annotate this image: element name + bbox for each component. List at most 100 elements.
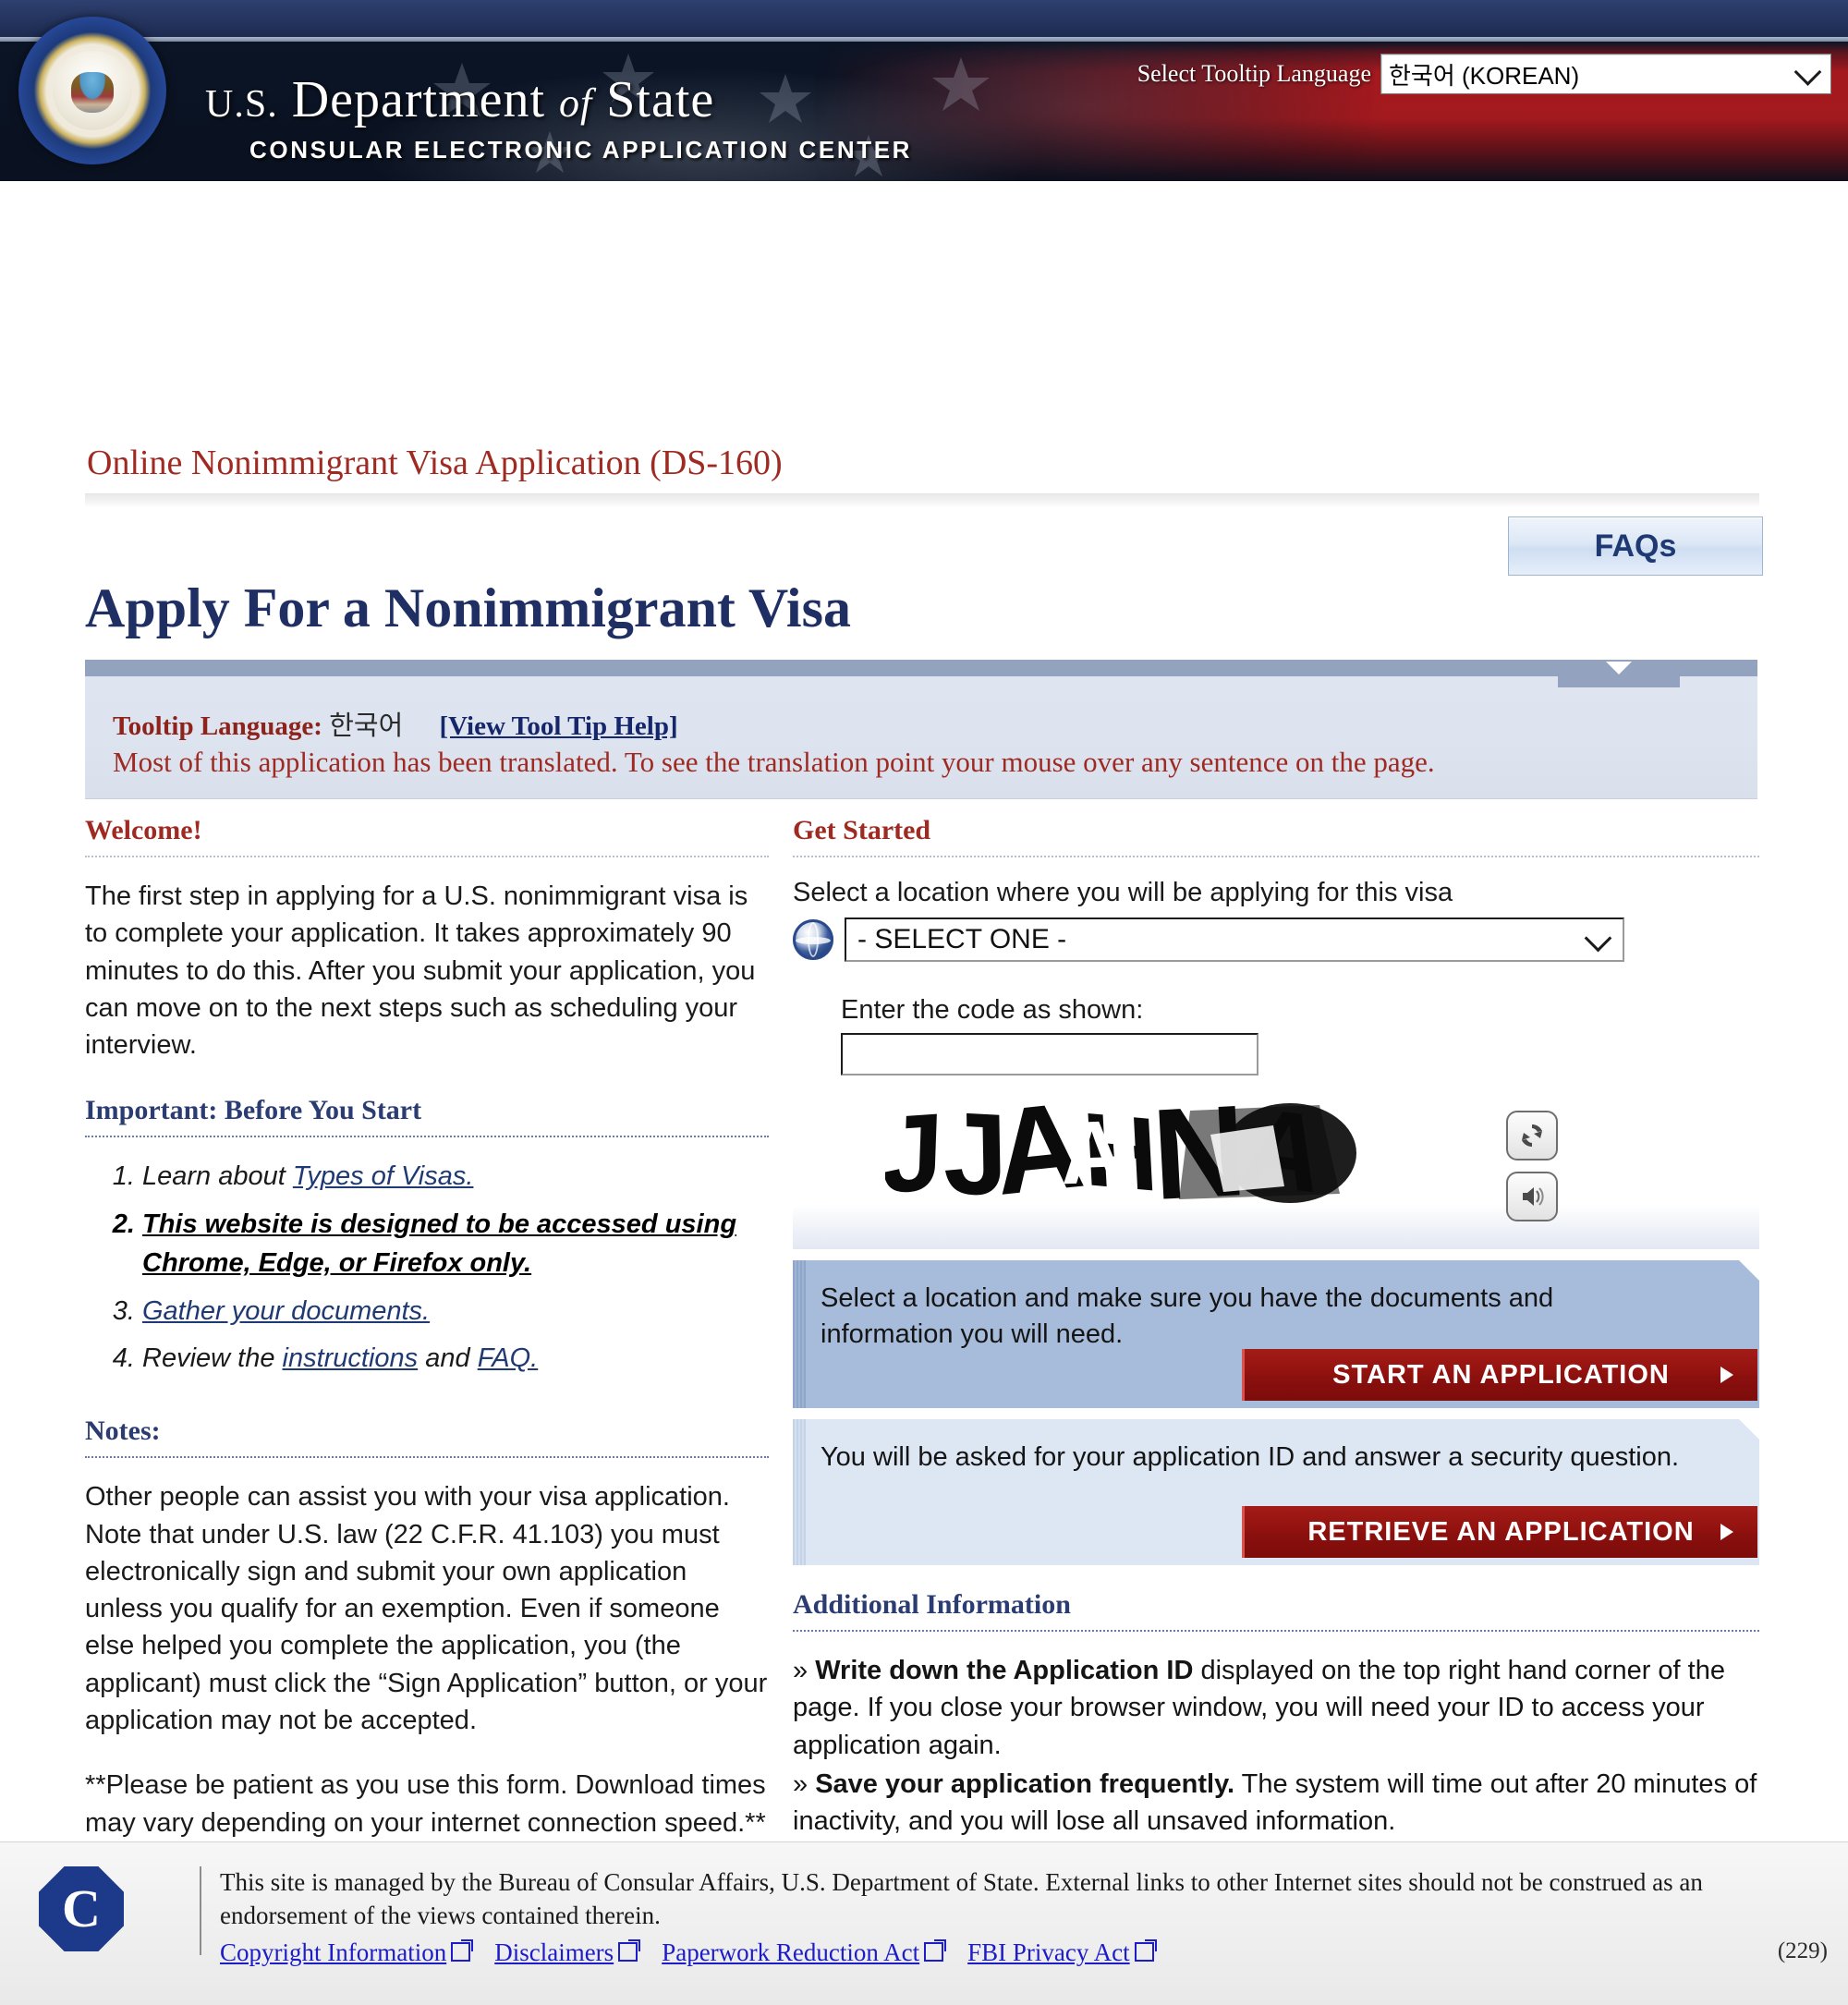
list-item: Review the instructions and FAQ.	[142, 1340, 769, 1379]
ds160-welcome-page: U.S. Department of State CONSULAR ELECTR…	[0, 0, 1848, 2005]
copyright-information-label: Copyright Information	[220, 1938, 447, 1966]
page-title: Apply For a Nonimmigrant Visa	[85, 577, 851, 639]
retrieve-an-application-button[interactable]: RETRIEVE AN APPLICATION	[1242, 1506, 1757, 1558]
panel-left-edge	[793, 1260, 806, 1408]
tooltip-language-selector-group: Select Tooltip Language 한국어 (KOREAN)	[1137, 54, 1831, 94]
types-of-visas-link[interactable]: Types of Visas.	[293, 1161, 474, 1191]
chevron-down-icon	[1793, 58, 1822, 89]
captcha-code-input[interactable]	[841, 1033, 1258, 1075]
application-title: Online Nonimmigrant Visa Application (DS…	[87, 444, 783, 482]
external-link-icon	[1134, 1939, 1157, 1962]
captcha-image: J J A H N A A	[885, 1098, 1356, 1209]
consular-affairs-seal: C	[39, 1866, 124, 1951]
captcha-code-group: Enter the code as shown:	[841, 995, 1759, 1075]
welcome-heading: Welcome!	[85, 815, 202, 845]
start-button-label: START AN APPLICATION	[1332, 1359, 1670, 1390]
start-an-application-button[interactable]: START AN APPLICATION	[1242, 1349, 1757, 1401]
bullet-marker: »	[793, 1768, 808, 1799]
retrieve-application-panel: You will be asked for your application I…	[793, 1419, 1759, 1565]
notes-heading: Notes:	[85, 1416, 161, 1447]
faq-link[interactable]: FAQ.	[478, 1343, 539, 1373]
tooltip-banner-collapse-tab[interactable]	[1558, 660, 1680, 687]
header-top-strip	[0, 0, 1848, 37]
important-divider	[85, 1136, 769, 1138]
start-panel-text: Select a location and make sure you have…	[821, 1283, 1554, 1350]
retrieve-panel-text: You will be asked for your application I…	[821, 1442, 1680, 1472]
notes-paragraph-1: Other people can assist you with your vi…	[85, 1482, 768, 1736]
step-1-prefix: Learn about	[142, 1161, 293, 1192]
tooltip-language-row: Tooltip Language: 한국어 [View Tool Tip Hel…	[113, 704, 678, 743]
page-counter: (229)	[1777, 1938, 1828, 1963]
agency-subtitle: CONSULAR ELECTRONIC APPLICATION CENTER	[249, 136, 913, 164]
tooltip-language-current: 한국어	[329, 711, 404, 741]
tooltip-language-banner: Tooltip Language: 한국어 [View Tool Tip Hel…	[85, 660, 1757, 799]
paperwork-reduction-act-label: Paperwork Reduction Act	[662, 1938, 920, 1966]
copyright-information-link[interactable]: Copyright Information	[220, 1938, 474, 1967]
get-started-divider	[793, 856, 1759, 857]
list-item: » Write down the Application ID displaye…	[793, 1652, 1759, 1764]
get-started-heading: Get Started	[793, 815, 931, 845]
step-4-mid: and	[418, 1343, 478, 1374]
location-select[interactable]: - SELECT ONE -	[845, 917, 1624, 962]
start-application-panel: Select a location and make sure you have…	[793, 1260, 1759, 1408]
agency-title-state: State	[606, 71, 715, 128]
welcome-paragraph: The first step in applying for a U.S. no…	[85, 881, 756, 1061]
instructions-link[interactable]: instructions	[283, 1343, 419, 1373]
list-item: » Save your application frequently. The …	[793, 1766, 1759, 1841]
external-link-icon	[618, 1939, 641, 1962]
bullet-marker: »	[793, 1656, 808, 1685]
agency-title: U.S. Department of State	[205, 70, 714, 129]
site-header-banner: U.S. Department of State CONSULAR ELECTR…	[0, 0, 1848, 181]
important-heading: Important: Before You Start	[85, 1095, 422, 1126]
get-started-column: Get Started Select a location where you …	[793, 815, 1759, 1920]
captcha-area: J J A H N A A	[793, 1090, 1759, 1249]
panel-left-edge	[793, 1419, 806, 1565]
disclaimers-label: Disclaimers	[494, 1938, 614, 1966]
site-footer: C This site is managed by the Bureau of …	[0, 1841, 1848, 2005]
footer-divider	[200, 1866, 201, 1955]
before-you-start-list: Learn about Types of Visas. This website…	[85, 1158, 769, 1379]
header-divider-rule	[0, 37, 1848, 42]
department-of-state-seal	[18, 17, 166, 164]
addl-item-2-bold: Save your application frequently.	[815, 1768, 1235, 1799]
speaker-icon[interactable]	[1506, 1172, 1558, 1221]
tooltip-language-label-text: Tooltip Language:	[113, 711, 322, 741]
additional-information-heading: Additional Information	[793, 1589, 1071, 1620]
seal-inner-disc	[53, 51, 132, 130]
title-divider	[85, 493, 1759, 507]
footer-disclaimer-text: This site is managed by the Bureau of Co…	[220, 1868, 1703, 1929]
gather-documents-link[interactable]: Gather your documents.	[142, 1296, 430, 1326]
step-4-prefix: Review the	[142, 1343, 283, 1374]
svg-text:J: J	[885, 1098, 945, 1209]
addl-item-1-bold: Write down the Application ID	[815, 1656, 1194, 1685]
list-item: Learn about Types of Visas.	[142, 1158, 769, 1197]
chevron-down-icon	[1606, 662, 1632, 674]
welcome-divider	[85, 856, 769, 857]
fbi-privacy-act-link[interactable]: FBI Privacy Act	[967, 1938, 1157, 1967]
disclaimers-link[interactable]: Disclaimers	[494, 1938, 641, 1967]
additional-information-divider	[793, 1630, 1759, 1632]
view-tooltip-help-link[interactable]: [View Tool Tip Help]	[440, 711, 678, 741]
agency-title-us: U.S.	[205, 83, 278, 126]
step-2-text: This website is designed to be accessed …	[142, 1209, 737, 1278]
external-link-icon	[924, 1939, 947, 1962]
paperwork-reduction-act-link[interactable]: Paperwork Reduction Act	[662, 1938, 947, 1967]
chevron-down-icon	[1584, 924, 1612, 955]
tooltip-language-label: Select Tooltip Language	[1137, 60, 1371, 87]
list-item: This website is designed to be accessed …	[142, 1206, 769, 1283]
welcome-column: Welcome! The first step in applying for …	[85, 815, 769, 1841]
location-select-row: - SELECT ONE -	[793, 917, 1759, 962]
panel-corner-notch	[1739, 1260, 1759, 1281]
captcha-code-label: Enter the code as shown:	[841, 995, 1144, 1025]
panel-corner-notch	[1739, 1419, 1759, 1440]
arrow-right-icon	[1720, 1367, 1733, 1383]
tooltip-language-select[interactable]: 한국어 (KOREAN)	[1380, 54, 1831, 94]
refresh-icon[interactable]	[1506, 1111, 1558, 1160]
tooltip-translation-message: Most of this application has been transl…	[113, 746, 1435, 778]
faqs-button[interactable]: FAQs	[1508, 516, 1763, 576]
tooltip-banner-topbar	[85, 660, 1757, 676]
notes-paragraph-2: **Please be patient as you use this form…	[85, 1770, 766, 1838]
external-link-icon	[451, 1939, 474, 1962]
globe-icon	[793, 919, 833, 960]
footer-links: Copyright Information Disclaimers Paperw…	[220, 1938, 1157, 1967]
